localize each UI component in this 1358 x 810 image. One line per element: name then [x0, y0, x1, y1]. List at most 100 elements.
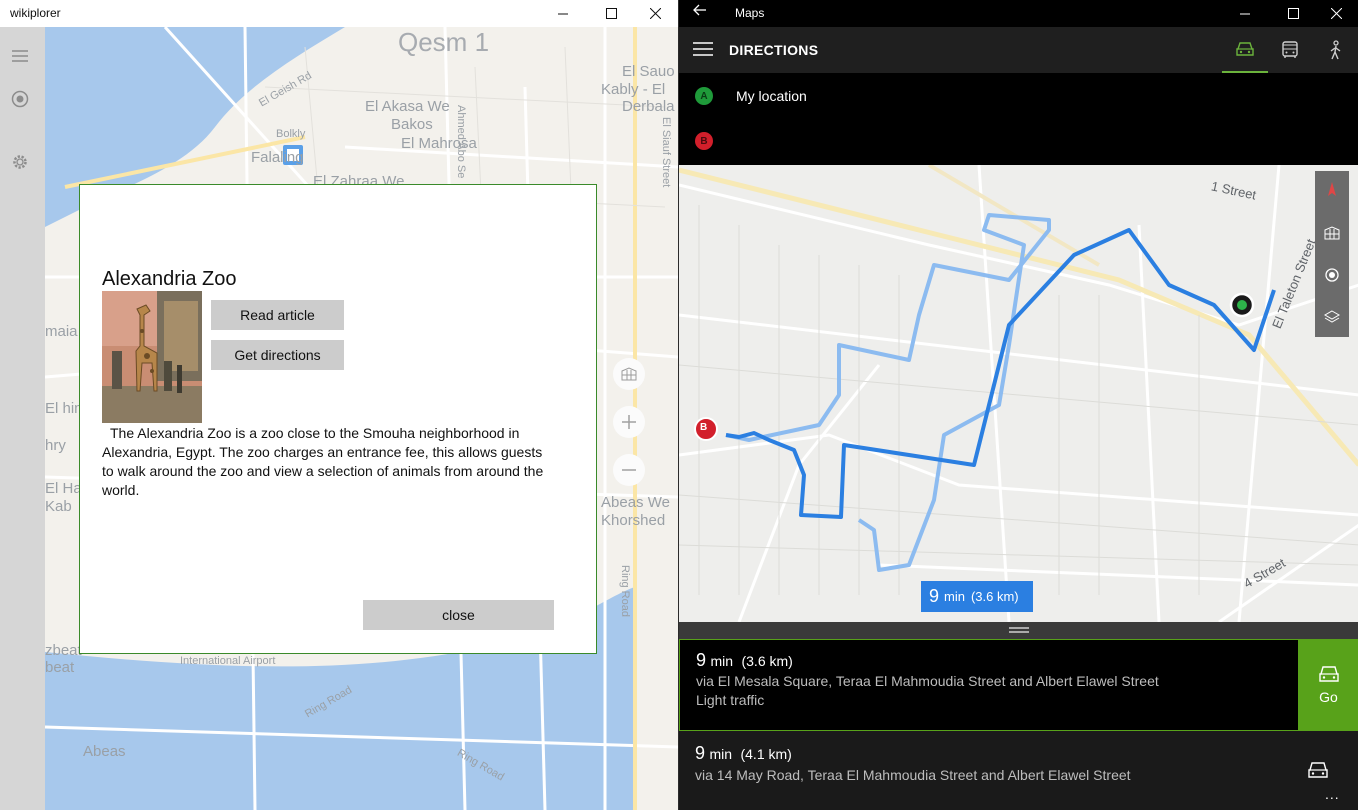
giraffe-image	[102, 291, 202, 423]
map-label-kab: Kab	[45, 498, 72, 515]
route-2-time: 9 min (4.1 km)	[695, 743, 792, 764]
map-label-ring-road-vertical: Ring Road	[619, 565, 631, 617]
map-label-hry: hry	[45, 437, 66, 454]
maps-titlebar: Maps	[679, 0, 1358, 27]
car-icon	[1318, 666, 1339, 682]
go-button[interactable]: Go	[1298, 639, 1358, 731]
route-1-via: via El Mesala Square, Teraa El Mahmoudia…	[696, 673, 1159, 689]
maximize-icon	[1287, 8, 1299, 19]
map-label-el-sauo: El Sauo	[622, 63, 675, 80]
route-option-1[interactable]: 9 min (3.6 km) via El Mesala Square, Ter…	[679, 639, 1299, 731]
map-label-kably: Kably - El	[601, 81, 666, 98]
zoom-out-button[interactable]	[613, 454, 645, 486]
car-icon	[1236, 42, 1254, 56]
map-label-khorshed: Khorshed	[601, 512, 666, 529]
map-label-abeas: Abeas	[83, 743, 126, 760]
map-label-zbeat: zbeat	[45, 642, 82, 659]
grid-building-icon	[621, 367, 637, 381]
route-tag-min-label: min	[944, 589, 965, 604]
destination-b-marker[interactable]: B	[700, 422, 707, 433]
close-button[interactable]: close	[363, 600, 554, 630]
map-label-bakos: Bakos	[391, 116, 433, 133]
maximize-icon	[605, 8, 617, 19]
zoom-in-button[interactable]	[613, 406, 645, 438]
location-icon[interactable]	[9, 88, 31, 110]
plus-icon	[622, 415, 636, 429]
page-title: DIRECTIONS	[729, 42, 819, 58]
map-label-bolkly: Bolkly	[276, 128, 306, 140]
route-2-minutes: 9	[695, 743, 706, 763]
route-1-distance: (3.6 km)	[741, 653, 793, 669]
dialog-description: The Alexandria Zoo is a zoo close to the…	[102, 425, 544, 498]
walk-mode-tab[interactable]	[1312, 27, 1358, 73]
grip-icon	[1009, 627, 1029, 633]
route-2-distance: (4.1 km)	[740, 746, 792, 762]
hamburger-menu-icon[interactable]	[693, 39, 713, 59]
map-label-qesm1: Qesm 1	[398, 27, 490, 57]
close-icon	[649, 8, 661, 19]
maps-window-title: Maps	[735, 6, 765, 20]
route-1-traffic: Light traffic	[696, 692, 765, 708]
wikiplorer-window: wikiplorer Qesm 1 El Sauo Kably - El Der…	[0, 0, 678, 810]
route-1-time: 9 min (3.6 km)	[696, 650, 793, 671]
route-1-min-label: min	[710, 653, 734, 669]
get-directions-button[interactable]: Get directions	[211, 340, 344, 370]
minimize-button[interactable]	[1222, 0, 1268, 27]
route-map-canvas	[679, 165, 1358, 622]
routes-panel: 9 min (3.6 km) via El Mesala Square, Ter…	[679, 622, 1358, 810]
article-dialog: Alexandria Zoo Read article Get directio…	[79, 184, 597, 654]
minimize-button[interactable]	[540, 0, 586, 27]
waypoint-a-badge: A	[695, 87, 713, 105]
route-1-minutes: 9	[696, 650, 707, 670]
map-label-falaling: Falaling	[251, 149, 304, 166]
map-controls	[1315, 171, 1349, 337]
dialog-title: Alexandria Zoo	[102, 268, 237, 290]
close-window-button[interactable]	[632, 0, 678, 27]
giraffe-photo	[102, 291, 202, 423]
minimize-icon	[1239, 13, 1250, 15]
panel-drag-handle[interactable]	[679, 622, 1358, 639]
route-option-2[interactable]: 9 min (4.1 km) via 14 May Road, Teraa El…	[679, 731, 1358, 810]
drive-mode-tab[interactable]	[1222, 27, 1268, 73]
wiki-window-title: wikiplorer	[10, 6, 61, 20]
close-icon	[1330, 8, 1342, 19]
map-label-abeas-we: Abeas We	[601, 494, 670, 511]
3d-view-icon[interactable]	[1315, 215, 1349, 251]
gear-icon[interactable]	[9, 151, 31, 173]
wiki-titlebar: wikiplorer	[0, 0, 678, 27]
back-arrow-icon[interactable]	[693, 3, 707, 22]
waypoints-panel: A My location B	[679, 73, 1358, 165]
walking-icon	[1330, 40, 1341, 60]
map-label-ahmed-abo: Ahmed Abo Se	[455, 105, 467, 179]
directions-header: DIRECTIONS	[679, 27, 1358, 73]
hamburger-menu-icon[interactable]	[9, 45, 31, 67]
wiki-sidebar	[0, 27, 45, 810]
map-label-beat: beat	[45, 659, 75, 676]
route-tag-minutes: 9	[929, 586, 940, 606]
waypoint-b-input[interactable]	[736, 131, 1296, 151]
layers-icon[interactable]	[1315, 299, 1349, 335]
map-3d-view-button[interactable]	[613, 358, 645, 390]
close-window-button[interactable]	[1313, 0, 1358, 27]
car-icon	[1307, 761, 1329, 784]
map-label-el-akasa: El Akasa We	[365, 98, 450, 115]
transit-mode-tab[interactable]	[1267, 27, 1313, 73]
bus-icon	[1282, 41, 1298, 58]
maximize-button[interactable]	[1270, 0, 1316, 27]
maps-window: Maps DIRECTIONS A My location B B 1 Stre…	[678, 0, 1358, 810]
read-article-button[interactable]: Read article	[211, 300, 344, 330]
location-icon[interactable]	[1315, 257, 1349, 293]
more-options-button[interactable]: ...	[1325, 786, 1340, 802]
map-label-intl-airport: International Airport	[180, 655, 276, 667]
route-2-min-label: min	[709, 746, 733, 762]
map-label-el-ha: El Ha	[45, 480, 82, 497]
map-label-maia: maia	[45, 323, 78, 340]
route-time-callout[interactable]: 9 min (3.6 km)	[921, 581, 1033, 612]
maximize-button[interactable]	[588, 0, 634, 27]
compass-icon[interactable]	[1315, 171, 1349, 207]
minimize-icon	[557, 13, 568, 15]
waypoint-a-input[interactable]: My location	[736, 88, 807, 104]
directions-map[interactable]: B 1 Street El Taleton Street 4 Street 9 …	[679, 165, 1358, 622]
waypoint-b-badge: B	[695, 132, 713, 150]
route-2-via: via 14 May Road, Teraa El Mahmoudia Stre…	[695, 767, 1131, 783]
